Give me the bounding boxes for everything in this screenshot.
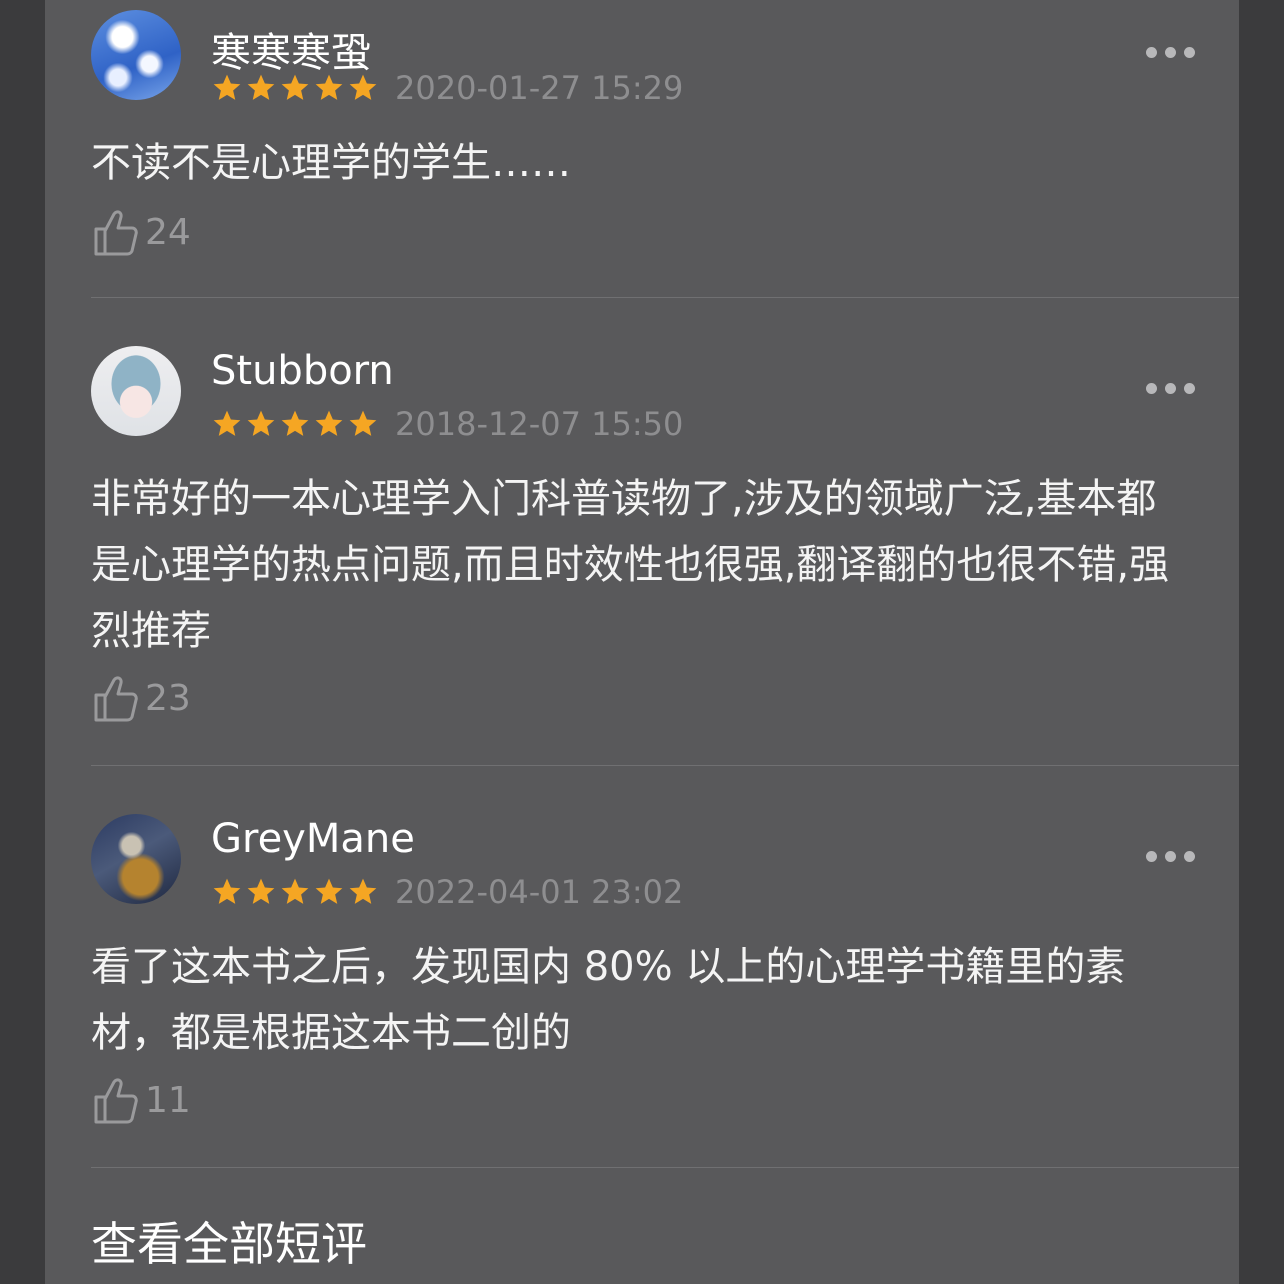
more-options-icon[interactable] (1146, 46, 1195, 58)
review-date: 2020-01-27 15:29 (395, 69, 684, 107)
reviews-card: 寒寒寒蛩 2020-01-27 15:29 不读不是心理学的学生…… 24 St… (45, 0, 1239, 1284)
review-content: 看了这本书之后，发现国内 80% 以上的心理学书籍里的素材，都是根据这本书二创的 (91, 944, 1126, 1056)
view-all-reviews-link[interactable]: 查看全部短评 (91, 1208, 367, 1274)
user-avatar[interactable] (91, 10, 181, 100)
like-button[interactable]: 11 (93, 1074, 191, 1126)
rating-stars (211, 408, 379, 440)
rating-stars (211, 72, 379, 104)
review-meta: 2020-01-27 15:29 (211, 69, 684, 107)
review-content: 不读不是心理学的学生…… (91, 140, 571, 186)
star-icon (213, 878, 241, 904)
star-icon (281, 410, 309, 436)
review-content: 非常好的一本心理学入门科普读物了,涉及的领域广泛,基本都是心理学的热点问题,而且… (91, 476, 1170, 654)
more-options-icon[interactable] (1146, 382, 1195, 394)
star-icon (281, 74, 309, 100)
thumbs-up-icon (94, 1078, 138, 1124)
star-icon (315, 878, 343, 904)
like-count: 11 (145, 1079, 191, 1121)
user-avatar[interactable] (91, 346, 181, 436)
star-icon (315, 74, 343, 100)
divider (91, 765, 1239, 766)
star-icon (247, 878, 275, 904)
star-icon (349, 878, 377, 904)
thumbs-up-icon (94, 676, 138, 722)
review-meta: 2022-04-01 23:02 (211, 873, 684, 911)
star-icon (213, 410, 241, 436)
like-count: 23 (145, 677, 191, 719)
star-icon (213, 74, 241, 100)
divider (91, 297, 1239, 298)
thumbs-up-icon (94, 210, 138, 256)
review-date: 2018-12-07 15:50 (395, 405, 684, 443)
like-button[interactable]: 23 (93, 672, 191, 724)
review-meta: 2018-12-07 15:50 (211, 405, 684, 443)
like-button[interactable]: 24 (93, 206, 191, 258)
username[interactable]: GreyMane (211, 816, 415, 862)
star-icon (315, 410, 343, 436)
username[interactable]: Stubborn (211, 348, 394, 394)
review-date: 2022-04-01 23:02 (395, 873, 684, 911)
star-icon (247, 410, 275, 436)
rating-stars (211, 876, 379, 908)
star-icon (349, 74, 377, 100)
more-options-icon[interactable] (1146, 850, 1195, 862)
star-icon (349, 410, 377, 436)
user-avatar[interactable] (91, 814, 181, 904)
star-icon (247, 74, 275, 100)
like-count: 24 (145, 211, 191, 253)
star-icon (281, 878, 309, 904)
divider (91, 1167, 1239, 1168)
